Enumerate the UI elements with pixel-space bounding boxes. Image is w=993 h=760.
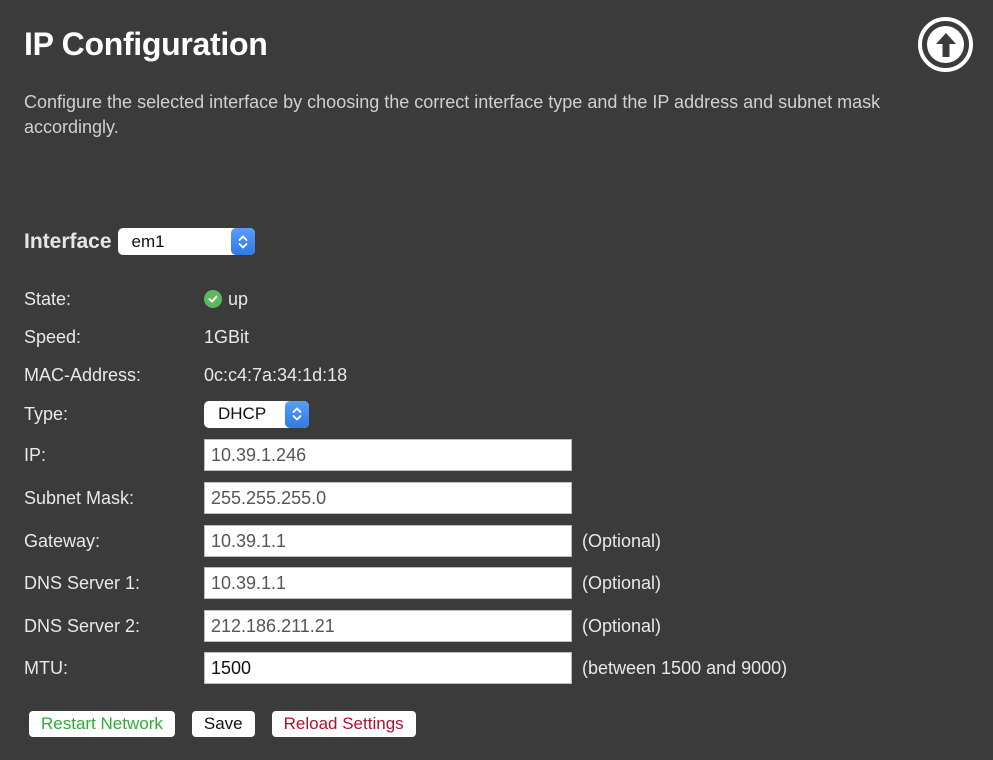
subnet-input[interactable]: 255.255.255.0 <box>204 482 572 514</box>
gateway-label: Gateway: <box>24 530 101 551</box>
dns1-row: DNS Server 1: 10.39.1.1 (Optional) <box>24 567 661 599</box>
subnet-row: Subnet Mask: 255.255.255.0 <box>24 482 572 514</box>
speed-value: 1GBit <box>204 326 250 347</box>
action-buttons: Restart Network Save Reload Settings <box>29 711 416 737</box>
check-circle-icon <box>204 290 222 308</box>
mac-value: 0c:c4:7a:34:1d:18 <box>204 364 348 385</box>
dns2-hint: (Optional) <box>582 615 662 636</box>
type-select-value: DHCP <box>218 404 267 423</box>
type-label: Type: <box>24 403 69 424</box>
dns1-label: DNS Server 1: <box>24 572 141 593</box>
save-button[interactable]: Save <box>191 711 255 737</box>
restart-network-button[interactable]: Restart Network <box>29 711 175 737</box>
dns1-input[interactable]: 10.39.1.1 <box>204 567 572 599</box>
page-description: Configure the selected interface by choo… <box>24 92 881 137</box>
ip-input[interactable]: 10.39.1.246 <box>204 439 572 471</box>
mac-label: MAC-Address: <box>24 364 142 385</box>
dns2-label: DNS Server 2: <box>24 615 141 636</box>
gateway-row: Gateway: 10.39.1.1 (Optional) <box>24 525 661 557</box>
state-label: State: <box>24 288 72 309</box>
interface-select-value: em1 <box>131 231 165 251</box>
reload-settings-button[interactable]: Reload Settings <box>271 711 416 737</box>
mtu-hint: (between 1500 and 9000) <box>582 657 788 678</box>
chevron-updown-icon <box>285 400 309 428</box>
speed-label: Speed: <box>24 326 82 347</box>
page-title: IP Configuration <box>24 26 268 62</box>
scroll-to-top-button[interactable] <box>918 17 973 72</box>
chevron-updown-icon <box>230 228 255 255</box>
mac-row: MAC-Address: 0c:c4:7a:34:1d:18 <box>24 359 347 391</box>
mtu-input[interactable]: 1500 <box>204 652 572 684</box>
type-select[interactable]: DHCP <box>204 400 309 428</box>
dns2-row: DNS Server 2: 212.186.211.21 (Optional) <box>24 610 661 642</box>
dns2-input[interactable]: 212.186.211.21 <box>204 610 572 642</box>
gateway-hint: (Optional) <box>582 530 662 551</box>
state-row: State: up <box>24 283 248 315</box>
speed-row: Speed: 1GBit <box>24 321 249 353</box>
ip-label: IP: <box>24 444 47 465</box>
arrow-up-circle-icon <box>927 26 964 63</box>
subnet-label: Subnet Mask: <box>24 487 135 508</box>
ip-row: IP: 10.39.1.246 <box>24 439 572 471</box>
interface-label: Interface <box>24 229 112 253</box>
interface-selector: Interface em1 <box>24 228 255 255</box>
interface-select[interactable]: em1 <box>117 228 255 255</box>
mtu-row: MTU: 1500 (between 1500 and 9000) <box>24 652 787 684</box>
mtu-label: MTU: <box>24 657 68 678</box>
state-text: up <box>228 288 249 309</box>
gateway-input[interactable]: 10.39.1.1 <box>204 525 572 557</box>
state-value: up <box>204 289 248 310</box>
type-row: Type: DHCP <box>24 398 309 430</box>
dns1-hint: (Optional) <box>582 572 662 593</box>
